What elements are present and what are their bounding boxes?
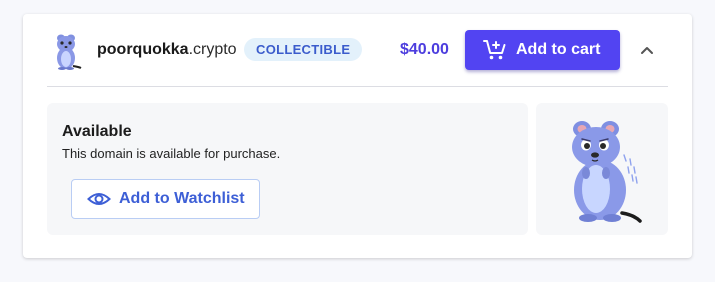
cart-plus-icon xyxy=(483,40,506,60)
domain-label: poorquokka xyxy=(97,41,189,58)
header-divider xyxy=(47,86,668,87)
add-to-watchlist-label: Add to Watchlist xyxy=(119,190,245,207)
nft-image-panel xyxy=(536,103,668,235)
availability-panel: Available This domain is available for p… xyxy=(47,103,528,235)
domain-name: poorquokka.crypto xyxy=(97,40,237,60)
price-label: $40.00 xyxy=(400,41,449,58)
listing-header[interactable]: poorquokka.crypto COLLECTIBLE $40.00 Add… xyxy=(23,14,692,86)
add-to-watchlist-button[interactable]: Add to Watchlist xyxy=(71,179,260,219)
domain-tld: .crypto xyxy=(188,41,237,58)
quokka-nft-image xyxy=(572,121,642,223)
domain-listing-card: poorquokka.crypto COLLECTIBLE $40.00 Add… xyxy=(23,14,692,258)
chevron-up-icon[interactable] xyxy=(635,38,659,62)
add-to-cart-button[interactable]: Add to cart xyxy=(465,30,620,70)
status-description: This domain is available for purchase. xyxy=(62,146,281,161)
eye-icon xyxy=(87,193,111,205)
collectible-badge: COLLECTIBLE xyxy=(244,38,363,61)
add-to-cart-label: Add to cart xyxy=(516,41,601,58)
quokka-thumbnail xyxy=(57,34,82,70)
status-title: Available xyxy=(62,123,132,140)
